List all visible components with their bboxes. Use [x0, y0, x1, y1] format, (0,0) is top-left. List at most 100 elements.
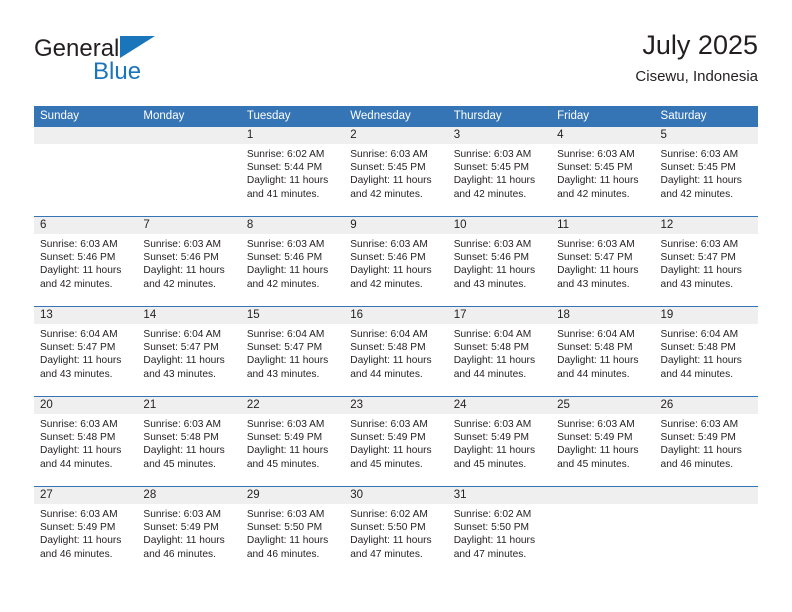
calendar-body: 1 Sunrise: 6:02 AM Sunset: 5:44 PM Daylight… [34, 127, 758, 576]
day-sun-info: Sunrise: 6:04 AM Sunset: 5:48 PM Daylight:… [655, 324, 758, 381]
calendar-day-cell[interactable]: 15 Sunrise: 6:04 AM Sunset: 5:47 PM Dayligh… [240, 307, 345, 396]
sunrise-text: Sunrise: 6:03 AM [143, 239, 222, 250]
daylight-text-line2: and 43 minutes. [246, 368, 320, 380]
sunrise-text: Sunrise: 6:03 AM [40, 419, 118, 430]
day-number: 30 [344, 487, 448, 504]
calendar-day-cell[interactable]: 13 Sunrise: 6:04 AM Sunset: 5:47 PM Dayligh… [34, 307, 138, 396]
day-number: 11 [551, 217, 655, 234]
daylight-text-line1: Daylight: 11 hours [350, 175, 432, 187]
calendar-day-cell[interactable]: 22 Sunrise: 6:03 AM Sunset: 5:49 PM Dayligh… [240, 397, 345, 486]
daylight-text-line1: Daylight: 11 hours [143, 265, 225, 277]
calendar-day-cell[interactable]: 17 Sunrise: 6:04 AM Sunset: 5:48 PM Dayligh… [447, 307, 552, 396]
daylight-text-line2: and 46 minutes. [40, 548, 113, 560]
day-number: 27 [34, 487, 138, 504]
calendar-day-cell[interactable]: 27 Sunrise: 6:03 AM Sunset: 5:49 PM Dayligh… [34, 487, 138, 576]
sunrise-text: Sunrise: 6:04 AM [40, 329, 118, 340]
calendar-day-cell[interactable]: 29 Sunrise: 6:03 AM Sunset: 5:50 PM Dayligh… [240, 487, 345, 576]
calendar-day-cell[interactable] [34, 127, 138, 216]
empty-day [551, 487, 655, 576]
daylight-text-line1: Daylight: 11 hours [40, 265, 122, 277]
calendar-day-cell[interactable]: 7 Sunrise: 6:03 AM Sunset: 5:46 PM Daylight… [137, 217, 241, 306]
day-number: 13 [34, 307, 138, 324]
sunset-text: Sunset: 5:44 PM [246, 162, 323, 174]
calendar-day-cell[interactable]: 18 Sunrise: 6:04 AM Sunset: 5:48 PM Dayligh… [551, 307, 655, 396]
daylight-text-line1: Daylight: 11 hours [143, 535, 225, 547]
day-6: 6 Sunrise: 6:03 AM Sunset: 5:46 PM Daylight… [34, 217, 138, 306]
daylight-text-line2: and 43 minutes. [453, 278, 527, 290]
day-10: 10 Sunrise: 6:03 AM Sunset: 5:46 PM Dayligh… [447, 217, 552, 306]
daylight-text-line2: and 42 minutes. [350, 278, 423, 290]
calendar-day-cell[interactable]: 26 Sunrise: 6:03 AM Sunset: 5:49 PM Dayligh… [654, 397, 758, 486]
sunset-text: Sunset: 5:49 PM [246, 432, 323, 444]
day-sun-info: Sunrise: 6:03 AM Sunset: 5:49 PM Daylight:… [344, 414, 447, 471]
calendar-day-cell[interactable]: 5 Sunrise: 6:03 AM Sunset: 5:45 PM Daylight… [654, 127, 758, 216]
calendar-day-cell[interactable]: 2 Sunrise: 6:03 AM Sunset: 5:45 PM Daylight… [344, 127, 448, 216]
daylight-text-line2: and 43 minutes. [660, 278, 734, 290]
sunrise-text: Sunrise: 6:03 AM [660, 239, 739, 250]
general-blue-logo: General Blue [34, 36, 254, 92]
calendar-day-cell[interactable] [137, 127, 241, 216]
daylight-text-line2: and 45 minutes. [246, 458, 320, 470]
day-13: 13 Sunrise: 6:04 AM Sunset: 5:47 PM Dayligh… [34, 307, 138, 396]
sunrise-text: Sunrise: 6:03 AM [143, 509, 222, 520]
day-9: 9 Sunrise: 6:03 AM Sunset: 5:46 PM Daylight… [344, 217, 448, 306]
calendar-day-cell[interactable]: 30 Sunrise: 6:02 AM Sunset: 5:50 PM Dayligh… [344, 487, 448, 576]
calendar-day-cell[interactable]: 1 Sunrise: 6:02 AM Sunset: 5:44 PM Daylight… [240, 127, 345, 216]
daylight-text-line2: and 42 minutes. [246, 278, 320, 290]
sunset-text: Sunset: 5:48 PM [660, 342, 736, 354]
daylight-text-line2: and 42 minutes. [557, 188, 630, 200]
calendar-day-cell[interactable]: 6 Sunrise: 6:03 AM Sunset: 5:46 PM Daylight… [34, 217, 138, 306]
calendar-day-cell[interactable] [654, 487, 758, 576]
sunset-text: Sunset: 5:48 PM [40, 432, 116, 444]
sunrise-text: Sunrise: 6:04 AM [350, 329, 428, 340]
sunset-text: Sunset: 5:47 PM [246, 342, 323, 354]
calendar-day-cell[interactable]: 20 Sunrise: 6:03 AM Sunset: 5:48 PM Dayligh… [34, 397, 138, 486]
daylight-text-line2: and 42 minutes. [143, 278, 216, 290]
day-number: 8 [240, 217, 345, 234]
calendar-day-cell[interactable]: 21 Sunrise: 6:03 AM Sunset: 5:48 PM Dayligh… [137, 397, 241, 486]
calendar-day-cell[interactable]: 14 Sunrise: 6:04 AM Sunset: 5:47 PM Dayligh… [137, 307, 241, 396]
sunset-text: Sunset: 5:49 PM [143, 522, 219, 534]
calendar-day-cell[interactable]: 11 Sunrise: 6:03 AM Sunset: 5:47 PM Dayligh… [551, 217, 655, 306]
calendar-day-cell[interactable]: 4 Sunrise: 6:03 AM Sunset: 5:45 PM Daylight… [551, 127, 655, 216]
sunset-text: Sunset: 5:49 PM [557, 432, 633, 444]
day-number: 22 [240, 397, 345, 414]
day-number: 19 [654, 307, 758, 324]
day-sun-info: Sunrise: 6:03 AM Sunset: 5:49 PM Daylight:… [448, 414, 551, 471]
day-sun-info: Sunrise: 6:04 AM Sunset: 5:48 PM Daylight:… [448, 324, 551, 381]
calendar-day-cell[interactable]: 9 Sunrise: 6:03 AM Sunset: 5:46 PM Daylight… [344, 217, 448, 306]
sunset-text: Sunset: 5:49 PM [40, 522, 116, 534]
calendar-day-cell[interactable]: 28 Sunrise: 6:03 AM Sunset: 5:49 PM Dayligh… [137, 487, 241, 576]
daylight-text-line2: and 44 minutes. [453, 368, 527, 380]
daylight-text-line1: Daylight: 11 hours [246, 175, 329, 187]
calendar-day-cell[interactable]: 3 Sunrise: 6:03 AM Sunset: 5:45 PM Daylight… [447, 127, 552, 216]
calendar-day-cell[interactable]: 12 Sunrise: 6:03 AM Sunset: 5:47 PM Dayligh… [654, 217, 758, 306]
page-header: General Blue July 2025 Cisewu, Indonesia [34, 28, 758, 100]
daylight-text-line2: and 42 minutes. [40, 278, 113, 290]
calendar-week-row: 13 Sunrise: 6:04 AM Sunset: 5:47 PM Dayligh… [34, 307, 758, 396]
calendar-day-cell[interactable]: 24 Sunrise: 6:03 AM Sunset: 5:49 PM Dayligh… [447, 397, 552, 486]
weekday-header-row: Sunday Monday Tuesday Wednesday Thursday… [34, 106, 758, 127]
calendar-day-cell[interactable]: 19 Sunrise: 6:04 AM Sunset: 5:48 PM Dayligh… [654, 307, 758, 396]
day-number: 9 [344, 217, 448, 234]
day-number: 25 [551, 397, 655, 414]
calendar-day-cell[interactable]: 8 Sunrise: 6:03 AM Sunset: 5:46 PM Daylight… [240, 217, 345, 306]
calendar-day-cell[interactable]: 31 Sunrise: 6:02 AM Sunset: 5:50 PM Dayligh… [447, 487, 552, 576]
calendar-day-cell[interactable]: 25 Sunrise: 6:03 AM Sunset: 5:49 PM Dayligh… [551, 397, 655, 486]
sunset-text: Sunset: 5:47 PM [143, 342, 219, 354]
day-number: 5 [654, 127, 758, 144]
day-sun-info: Sunrise: 6:03 AM Sunset: 5:46 PM Daylight:… [241, 234, 344, 291]
day-number: 28 [137, 487, 241, 504]
daylight-text-line2: and 46 minutes. [143, 548, 216, 560]
calendar-day-cell[interactable] [551, 487, 655, 576]
sunrise-text: Sunrise: 6:03 AM [143, 419, 222, 430]
calendar-day-cell[interactable]: 23 Sunrise: 6:03 AM Sunset: 5:49 PM Dayligh… [344, 397, 448, 486]
day-14: 14 Sunrise: 6:04 AM Sunset: 5:47 PM Dayligh… [137, 307, 241, 396]
sunset-text: Sunset: 5:47 PM [557, 252, 633, 264]
calendar-day-cell[interactable]: 16 Sunrise: 6:04 AM Sunset: 5:48 PM Dayligh… [344, 307, 448, 396]
calendar-day-cell[interactable]: 10 Sunrise: 6:03 AM Sunset: 5:46 PM Dayligh… [447, 217, 552, 306]
daylight-text-line1: Daylight: 11 hours [350, 265, 432, 277]
daylight-text-line1: Daylight: 11 hours [660, 175, 742, 187]
day-number: 2 [344, 127, 448, 144]
day-number: 18 [551, 307, 655, 324]
